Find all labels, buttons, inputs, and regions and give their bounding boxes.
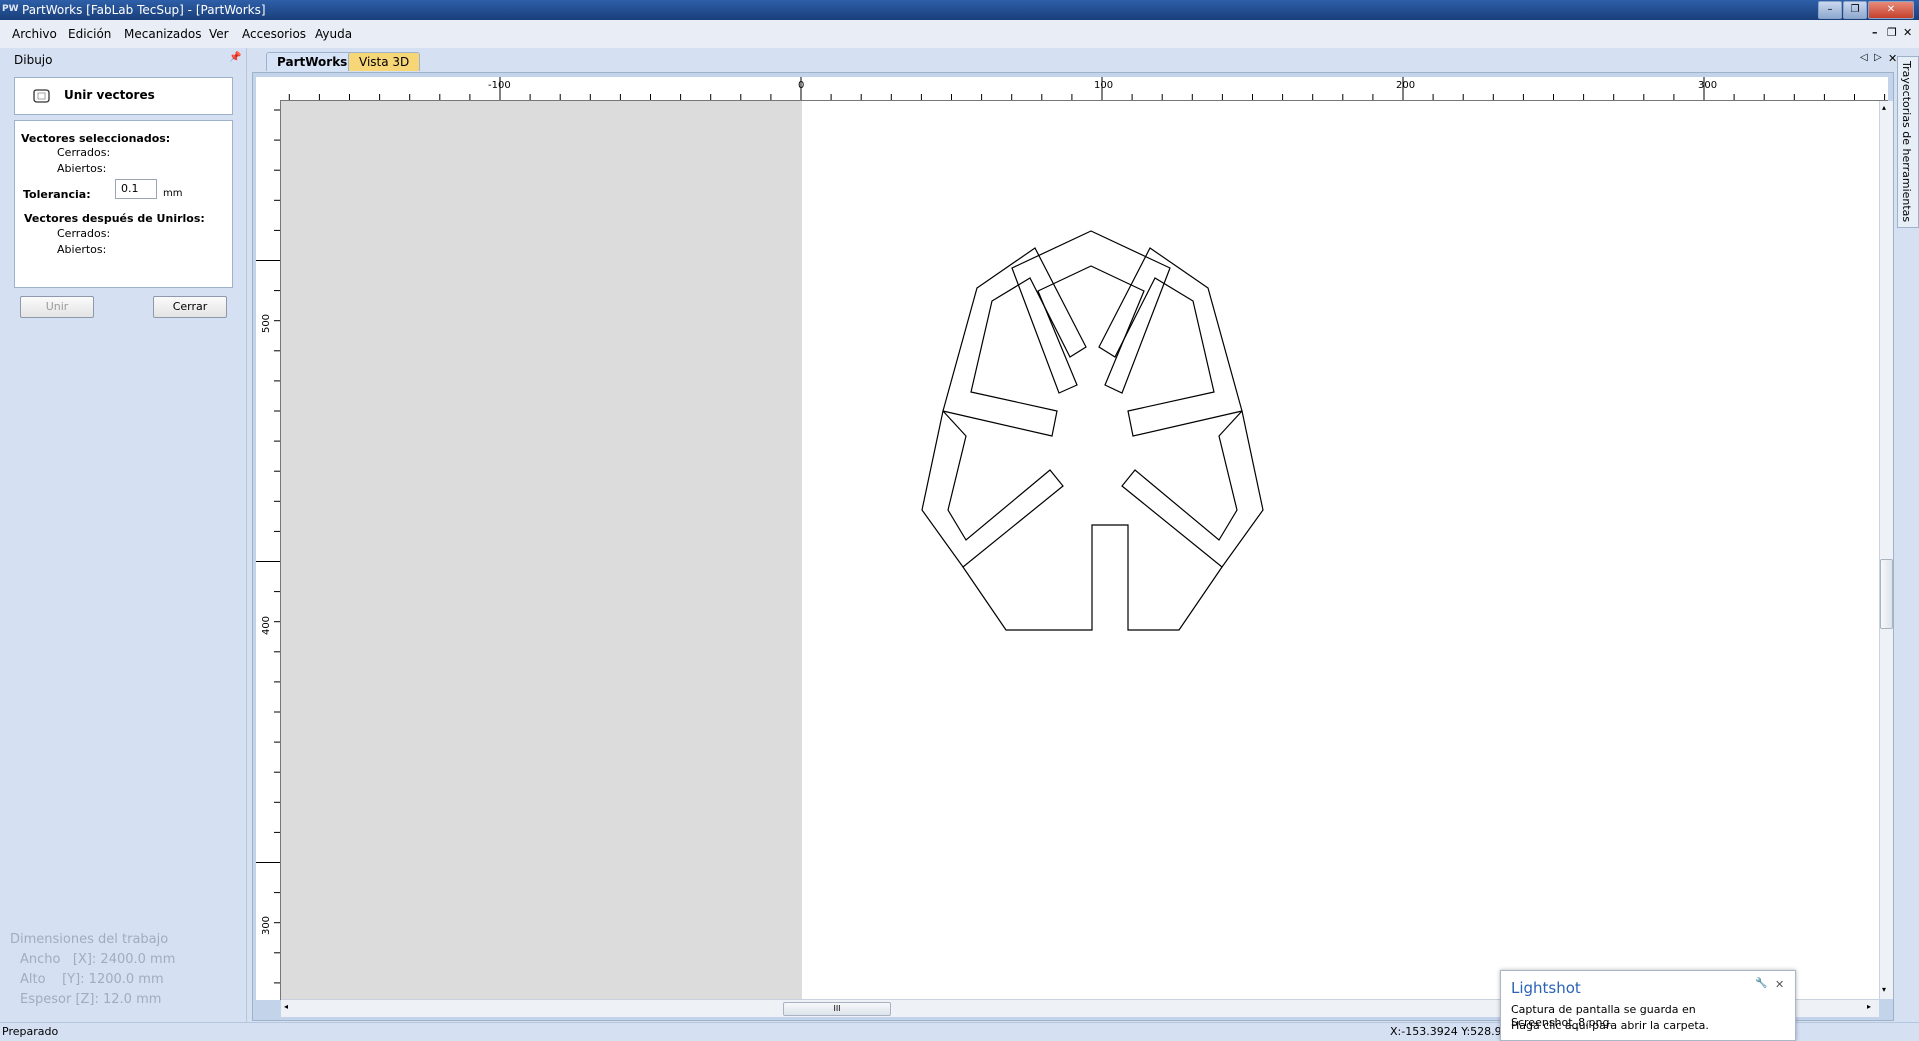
toast-line-2: Haga clic aquí para abrir la carpeta.	[1511, 1019, 1709, 1032]
minimize-button[interactable]: –	[1818, 1, 1842, 19]
menu-edicion[interactable]: Edición	[68, 27, 111, 41]
restore-button[interactable]: ❐	[1843, 1, 1867, 19]
vertical-scrollbar[interactable]: ▴ ▾	[1879, 101, 1893, 999]
toolpaths-panel-tab[interactable]: Trayectorias de herramientas	[1897, 56, 1919, 228]
selected-closed-label: Cerrados:	[57, 146, 111, 159]
ruler-label-300: 300	[1698, 80, 1718, 91]
document-tabs: PartWorks Vista 3D ◁ ▷ ✕	[252, 48, 1897, 72]
job-thickness: Espesor [Z]: 12.0 mm	[20, 992, 162, 1007]
status-text: Preparado	[2, 1025, 59, 1038]
horizontal-ruler: -100 0 100 200 300	[280, 77, 1888, 101]
vector-shape	[1121, 409, 1264, 568]
close-button[interactable]: Cerrar	[153, 296, 227, 318]
drawing-panel: Dibujo 📌 Unir vectores Vectores seleccio…	[0, 48, 247, 1022]
ruler-label-500: 500	[261, 313, 273, 334]
ruler-label-0: 0	[798, 80, 805, 91]
settings-icon[interactable]: 🔧	[1755, 978, 1767, 989]
ruler-label-200: 200	[1396, 80, 1416, 91]
ruler-label-400: 400	[261, 615, 273, 636]
vector-shape	[1098, 247, 1243, 437]
pin-icon[interactable]: 📌	[229, 52, 241, 63]
title-bar: PW PartWorks [FabLab TecSup] - [PartWork…	[0, 0, 1919, 20]
selected-vectors-heading: Vectores seleccionados:	[21, 132, 171, 145]
ruler-corner	[256, 77, 281, 101]
job-height: Alto [Y]: 1200.0 mm	[20, 972, 164, 987]
tab-next-icon[interactable]: ▷	[1874, 52, 1882, 63]
toolpaths-label: Trayectorias de herramientas	[1900, 61, 1913, 223]
vertical-ruler: 500 400 300	[256, 100, 281, 1000]
tolerance-label: Tolerancia:	[23, 188, 91, 201]
drawing-svg	[921, 230, 1264, 631]
close-icon[interactable]: ✕	[1775, 978, 1784, 991]
vector-shape	[962, 524, 1223, 631]
menu-archivo[interactable]: Archivo	[12, 27, 57, 41]
job-width: Ancho [X]: 2400.0 mm	[20, 952, 176, 967]
join-button[interactable]: Unir	[20, 296, 94, 318]
scroll-up-icon[interactable]: ▴	[1882, 103, 1886, 112]
vector-shape	[921, 409, 1064, 568]
scroll-down-icon[interactable]: ▾	[1882, 985, 1886, 994]
menu-mecanizados[interactable]: Mecanizados	[124, 27, 202, 41]
mdi-minimize-button[interactable]: –	[1872, 26, 1878, 39]
drawing-canvas[interactable]	[281, 101, 1879, 999]
cursor-coordinates: X:-153.3924 Y:528.997	[1390, 1025, 1516, 1038]
ruler-label-100: 100	[1094, 80, 1114, 91]
horizontal-ruler-ticks	[288, 77, 1886, 100]
menu-ayuda[interactable]: Ayuda	[315, 27, 352, 41]
after-open-label: Abiertos:	[57, 243, 107, 256]
window-title: PartWorks [FabLab TecSup] - [PartWorks]	[22, 3, 266, 17]
mdi-close-button[interactable]: ✕	[1903, 26, 1912, 39]
tool-header: Unir vectores	[14, 77, 233, 115]
menu-bar: Archivo Edición Mecanizados Ver Accesori…	[0, 20, 1919, 48]
app-icon: PW	[2, 4, 19, 14]
selected-open-label: Abiertos:	[57, 162, 107, 175]
after-join-heading: Vectores después de Unirlos:	[24, 212, 205, 225]
right-panel-strip: Trayectorias de herramientas	[1896, 48, 1919, 1022]
mdi-restore-button[interactable]: ❐	[1887, 26, 1897, 39]
scroll-left-icon[interactable]: ◂	[284, 1002, 288, 1011]
horizontal-scroll-thumb[interactable]: III	[783, 1002, 891, 1016]
panel-title: Dibujo	[14, 53, 53, 67]
tolerance-input[interactable]: 0.1	[115, 179, 157, 199]
scroll-right-icon[interactable]: ▸	[1867, 1002, 1871, 1011]
toast-title: Lightshot	[1511, 979, 1581, 997]
vertical-ruler-ticks	[256, 109, 280, 984]
vertical-scroll-thumb[interactable]	[1880, 559, 1893, 629]
close-window-button[interactable]: ✕	[1868, 1, 1914, 19]
join-vectors-icon	[33, 89, 50, 103]
tab-vista-3d[interactable]: Vista 3D	[348, 52, 421, 71]
menu-accesorios[interactable]: Accesorios	[242, 27, 306, 41]
ruler-label-minus-100: -100	[488, 80, 511, 91]
tool-title: Unir vectores	[64, 88, 155, 102]
tab-prev-icon[interactable]: ◁	[1860, 52, 1868, 63]
after-closed-label: Cerrados:	[57, 227, 111, 240]
tab-partworks[interactable]: PartWorks	[266, 52, 359, 71]
lightshot-notification[interactable]: Lightshot 🔧 ✕ Captura de pantalla se gua…	[1500, 970, 1796, 1041]
menu-ver[interactable]: Ver	[209, 27, 229, 41]
tolerance-unit: mm	[163, 188, 183, 199]
job-dimensions-heading: Dimensiones del trabajo	[10, 932, 169, 947]
ruler-label-300: 300	[261, 915, 273, 936]
tool-options: Vectores seleccionados: Cerrados: Abiert…	[14, 120, 233, 288]
